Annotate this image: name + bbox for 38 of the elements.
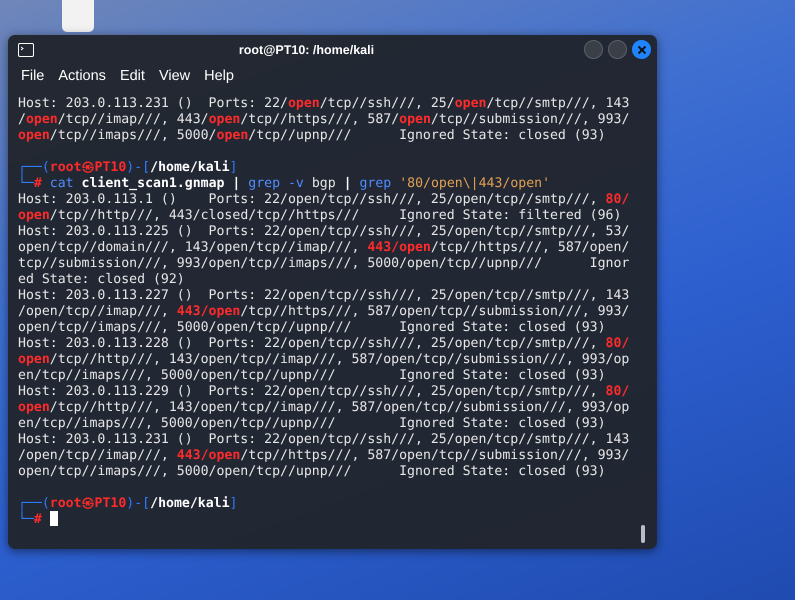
file-icon[interactable]: [60, 0, 96, 34]
scrollbar-thumb[interactable]: [641, 525, 645, 543]
terminal-line: open/tcp//http///, 443/closed/tcp//https/// Ignored State: filtered (96): [18, 208, 622, 224]
terminal-line: Host: 203.0.113.231 () Ports: 22/open/tcp//ssh///, 25/open/tcp//smtp///, 143: [18, 432, 630, 448]
terminal-line: en/tcp//imaps///, 5000/open/tcp//upnp/// Ignored State: closed (93): [18, 368, 606, 384]
close-icon: [636, 44, 646, 54]
terminal-icon: [18, 42, 34, 56]
prompt-line: └─#: [18, 512, 42, 528]
terminal-line: /open/tcp//imap///, 443/open/tcp//https///, 587/open/tcp//submission///, 993/: [18, 304, 630, 320]
terminal-line: Host: 203.0.113.229 () Ports: 22/open/tcp//ssh///, 25/open/tcp//smtp///, 80/: [18, 384, 630, 400]
terminal-line: open/tcp//imaps///, 5000/open/tcp//upnp/// Ignored State: closed (93): [18, 320, 606, 336]
terminal-line: /open/tcp//imap///, 443/open/tcp//https///, 587/open/tcp//submission///, 993/: [18, 112, 630, 128]
terminal-line: Host: 203.0.113.225 () Ports: 22/open/tcp//ssh///, 25/open/tcp//smtp///, 53/: [18, 224, 630, 240]
close-button[interactable]: [632, 40, 651, 59]
minimize-button[interactable]: [584, 40, 603, 59]
terminal-line: Host: 203.0.113.1 () Ports: 22/open/tcp//ssh///, 25/open/tcp//smtp///, 80/: [18, 192, 630, 208]
terminal-line: open/tcp//imaps///, 5000/open/tcp//upnp/// Ignored State: closed (93): [18, 464, 606, 480]
menu-item[interactable]: View: [152, 68, 198, 84]
prompt-line: └─# cat client_scan1.gnmap | grep -v bgp | grep '80/open\|443/open': [18, 176, 550, 192]
terminal-line: open/tcp//imaps///, 5000/open/tcp//upnp/// Ignored State: closed (93): [18, 128, 606, 144]
menu-item[interactable]: Edit: [112, 68, 152, 84]
menu-item[interactable]: Help: [197, 68, 241, 84]
prompt-line: ┌──(root㉿PT10)-[/home/kali]: [18, 160, 238, 175]
terminal-line: open/tcp//domain///, 143/open/tcp//imap///, 443/open/tcp//https///, 587/open/: [18, 240, 630, 256]
terminal-line: Host: 203.0.113.231 () Ports: 22/open/tcp//ssh///, 25/open/tcp//smtp///, 143: [18, 96, 630, 112]
terminal-line: ed State: closed (92): [18, 272, 185, 288]
terminal-line: /open/tcp//imap///, 443/open/tcp//https///, 587/open/tcp//submission///, 993/: [18, 448, 630, 464]
terminal-line: Host: 203.0.113.228 () Ports: 22/open/tcp//ssh///, 25/open/tcp//smtp///, 80/: [18, 336, 630, 352]
menu-item[interactable]: File: [14, 68, 52, 84]
window-title: root@PT10: /home/kali: [238, 42, 376, 56]
terminal-line: open/tcp//http///, 143/open/tcp//imap///, 587/open/tcp//submission///, 993/op: [18, 352, 630, 368]
menu-item[interactable]: Actions: [51, 68, 113, 84]
terminal-line: en/tcp//imaps///, 5000/open/tcp//upnp/// Ignored State: closed (93): [18, 416, 606, 432]
terminal-line: tcp//submission///, 993/open/tcp//imaps///, 5000/open/tcp//upnp/// Ignor: [18, 256, 630, 272]
terminal-line: Host: 203.0.113.227 () Ports: 22/open/tcp//ssh///, 25/open/tcp//smtp///, 143: [18, 288, 630, 304]
maximize-button[interactable]: [608, 40, 627, 59]
prompt-line: ┌──(root㉿PT10)-[/home/kali]: [18, 496, 238, 511]
terminal-line: open/tcp//http///, 143/open/tcp//imap///, 587/open/tcp//submission///, 993/op: [18, 400, 630, 416]
